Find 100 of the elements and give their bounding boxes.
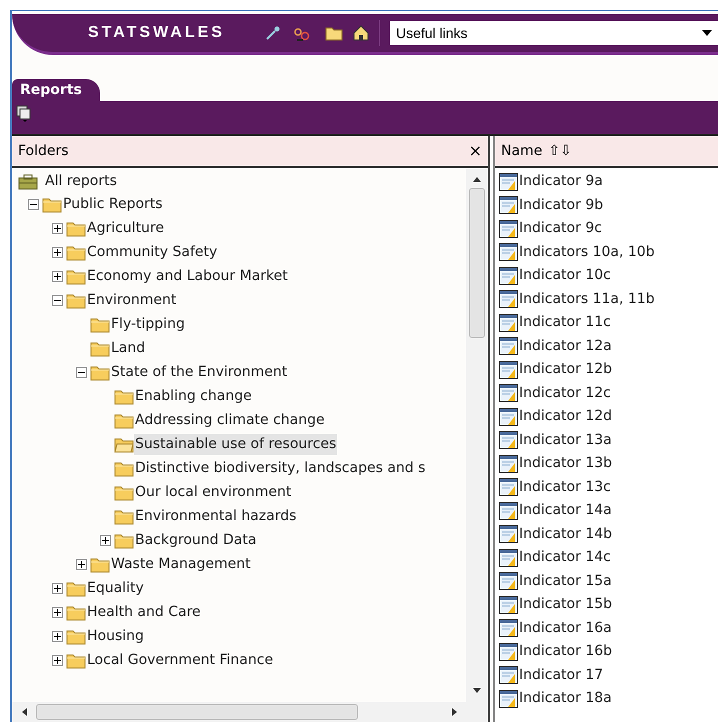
tree-item[interactable]: Background Data xyxy=(134,530,258,550)
report-icon xyxy=(499,384,518,402)
report-icon xyxy=(499,690,518,708)
report-item[interactable]: Indicator 16b xyxy=(519,641,612,662)
expand-toggle[interactable] xyxy=(52,246,63,258)
report-icon xyxy=(499,478,518,496)
close-button[interactable]: × xyxy=(468,143,482,159)
tree-item[interactable]: Land xyxy=(110,338,146,358)
folder-icon xyxy=(66,628,86,644)
report-icon xyxy=(499,290,518,308)
report-item[interactable]: Indicator 13c xyxy=(519,476,611,498)
tree-item[interactable]: Housing xyxy=(86,626,145,646)
tree-item[interactable]: Waste Management xyxy=(110,554,252,574)
report-item[interactable]: Indicator 14c xyxy=(519,547,611,568)
tree-item[interactable]: Environmental hazards xyxy=(134,506,298,526)
folder-icon xyxy=(114,532,134,548)
report-icon xyxy=(499,454,518,473)
collapse-toggle[interactable] xyxy=(28,198,39,210)
report-item[interactable]: Indicator 15a xyxy=(519,570,612,592)
tree-item[interactable]: Agriculture xyxy=(86,218,165,238)
report-item[interactable]: Indicator 12a xyxy=(519,336,612,357)
scrollbar-thumb[interactable] xyxy=(36,704,358,720)
report-item[interactable]: Indicator 12b xyxy=(519,359,612,380)
tree-item[interactable]: Environment xyxy=(86,290,178,310)
expand-toggle[interactable] xyxy=(100,534,111,546)
report-icon xyxy=(499,431,518,450)
folder-icon xyxy=(66,604,86,620)
tree-item[interactable]: Economy and Labour Market xyxy=(86,266,289,286)
tree-item[interactable]: Our local environment xyxy=(134,482,292,502)
tree-item[interactable]: Fly-tipping xyxy=(110,314,186,334)
tree-item[interactable]: Sustainable use of resources xyxy=(134,434,338,454)
tree-item[interactable]: Enabling change xyxy=(134,386,253,406)
home-icon[interactable] xyxy=(352,25,369,41)
folder-icon xyxy=(66,652,86,668)
report-icon xyxy=(499,196,518,214)
report-item[interactable]: Indicators 10a, 10b xyxy=(519,242,655,263)
folder-icon xyxy=(90,340,110,356)
report-icon xyxy=(499,666,518,684)
report-item[interactable]: Indicator 17 xyxy=(519,664,604,686)
folder-icon xyxy=(114,508,134,524)
open-folder-icon xyxy=(114,436,134,452)
expand-toggle[interactable] xyxy=(52,222,63,234)
sort-arrows[interactable]: ⇧⇩ xyxy=(548,140,572,162)
expand-toggle[interactable] xyxy=(52,582,63,594)
report-icon xyxy=(499,243,518,262)
horizontal-scrollbar[interactable] xyxy=(12,702,488,722)
tree-item[interactable]: Equality xyxy=(86,578,145,598)
folder-icon[interactable] xyxy=(324,26,343,40)
scroll-left-icon[interactable] xyxy=(21,707,27,717)
expand-toggle[interactable] xyxy=(76,558,87,570)
expand-toggle[interactable] xyxy=(52,270,63,282)
tab[interactable]: Reports xyxy=(12,79,100,101)
folder-icon xyxy=(90,556,110,572)
scroll-right-icon[interactable] xyxy=(452,707,458,717)
report-item[interactable]: Indicator 18a xyxy=(519,688,612,710)
folder-icon xyxy=(42,196,62,212)
report-icon xyxy=(499,172,518,191)
tree-item[interactable]: Addressing climate change xyxy=(134,410,326,430)
tree-item[interactable]: State of the Environment xyxy=(110,362,288,382)
report-item[interactable]: Indicator 9a xyxy=(519,171,603,192)
expand-toggle[interactable] xyxy=(52,606,63,618)
report-item[interactable]: Indicator 13b xyxy=(519,453,612,474)
dropdown-arrow-icon xyxy=(702,30,712,36)
tree-item[interactable]: Community Safety xyxy=(86,242,218,262)
expand-toggle[interactable] xyxy=(52,630,63,642)
folder-icon xyxy=(114,460,134,476)
tree-item[interactable]: Distinctive biodiversity, landscapes and s xyxy=(134,458,426,478)
name-column-header[interactable]: Name ⇧⇩ xyxy=(495,136,718,168)
report-item[interactable]: Indicator 11c xyxy=(519,312,611,334)
report-item[interactable]: Indicators 11a, 11b xyxy=(519,288,655,310)
tree-item[interactable]: Local Government Finance xyxy=(86,650,274,670)
report-item[interactable]: Indicator 16a xyxy=(519,618,612,639)
report-item[interactable]: Indicator 10c xyxy=(519,265,611,286)
tree-item[interactable]: Health and Care xyxy=(86,602,202,622)
report-icon xyxy=(499,337,518,356)
report-item[interactable]: Indicator 14a xyxy=(519,500,612,522)
tree-item[interactable]: Public Reports xyxy=(62,194,164,214)
report-icon xyxy=(499,266,518,285)
report-icon xyxy=(499,548,518,567)
folder-icon xyxy=(66,220,86,236)
report-item[interactable]: Indicator 12c xyxy=(519,382,611,404)
expand-toggle[interactable] xyxy=(52,654,63,666)
report-item[interactable]: Indicator 15b xyxy=(519,594,612,616)
report-item[interactable]: Indicator 14b xyxy=(519,524,612,545)
collapse-toggle[interactable] xyxy=(76,366,87,378)
report-item[interactable]: Indicator 13a xyxy=(519,430,612,451)
folder-icon xyxy=(114,484,134,500)
report-item[interactable]: Indicator 12d xyxy=(519,406,612,428)
collapse-toggle[interactable] xyxy=(52,294,63,306)
folder-icon xyxy=(114,388,134,404)
vertical-scrollbar[interactable] xyxy=(466,168,488,702)
key-icon[interactable] xyxy=(264,25,281,41)
report-item[interactable]: Indicator 9b xyxy=(519,194,604,216)
useful-links-select[interactable]: Useful links xyxy=(390,21,718,45)
report-item[interactable]: Indicator 9c xyxy=(519,218,602,240)
report-icon xyxy=(499,408,518,426)
tree-item[interactable]: All reports xyxy=(44,170,118,192)
tree-view-icon[interactable] xyxy=(16,105,32,123)
folder-icon xyxy=(66,292,86,308)
scrollbar-thumb[interactable] xyxy=(469,188,485,338)
